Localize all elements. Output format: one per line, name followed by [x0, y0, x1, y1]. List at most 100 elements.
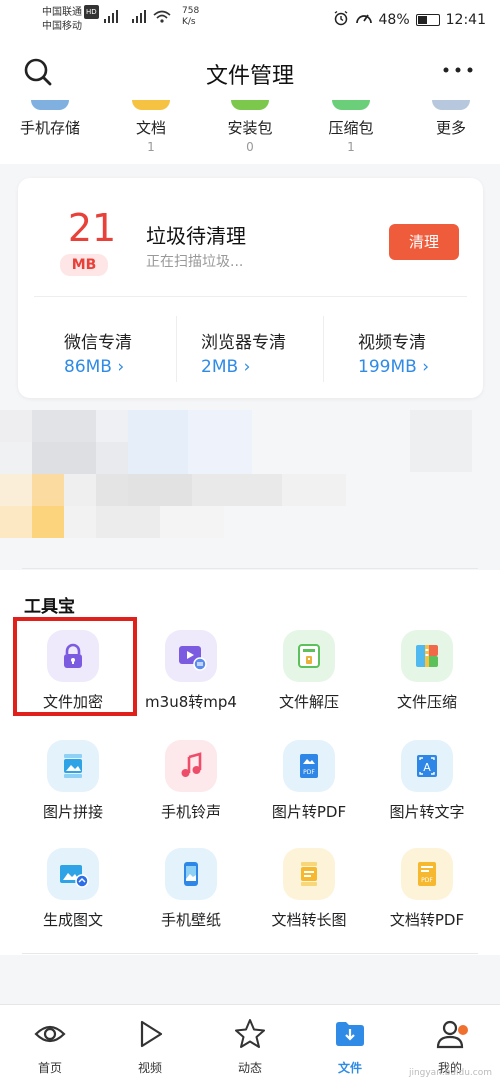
folder-download-icon: [336, 1022, 364, 1046]
clean-item-value: 86MB: [64, 357, 112, 377]
tool-label: 手机铃声: [160, 803, 221, 821]
doc-to-pdf-icon: PDF: [401, 848, 453, 900]
watermark: jingyan.baidu.com: [408, 1068, 492, 1078]
tool-doc-to-pdf[interactable]: PDF 文档转PDF: [368, 848, 486, 930]
category-row: 手机存储 文档 1 安装包 0 压缩包 1 更多: [0, 100, 500, 164]
tool-image-to-text[interactable]: A 图片转文字: [368, 740, 486, 822]
wechat-clean-item[interactable]: 微信专清 86MB ›: [64, 328, 214, 377]
nav-label: 文件: [337, 1061, 362, 1075]
wallpaper-icon: [165, 848, 217, 900]
tool-label: 图片转文字: [389, 803, 465, 821]
category-count: 1: [347, 140, 355, 154]
page-title: 文件管理: [205, 64, 294, 89]
svg-text:PDF: PDF: [303, 769, 315, 776]
bottom-nav: 首页 视频 动态 文件 我的 jingyan.baidu.com: [0, 1004, 500, 1084]
category-archives[interactable]: 压缩包 1: [306, 100, 396, 154]
tool-ringtone[interactable]: 手机铃声: [132, 740, 250, 822]
tool-doc-to-long-image[interactable]: 文档转长图: [250, 848, 368, 930]
nav-files[interactable]: 文件: [310, 1017, 390, 1076]
pixelated-area: [0, 410, 500, 538]
toolbox-title: 工具宝: [24, 597, 75, 617]
clean-item-label: 浏览器专清: [201, 333, 286, 353]
app-header: 文件管理: [0, 40, 500, 104]
ringtone-icon: [165, 740, 217, 792]
doc-to-long-image-icon: [283, 848, 335, 900]
carrier1: 中国联通: [42, 7, 82, 18]
clean-button[interactable]: 清理: [389, 224, 459, 260]
tool-unzip[interactable]: 文件解压: [250, 630, 368, 712]
nav-video[interactable]: 视频: [110, 1017, 190, 1076]
clean-item-label: 微信专清: [64, 333, 132, 353]
tool-label: 文件解压: [278, 693, 339, 711]
junk-size-value: 21: [67, 206, 117, 250]
tool-label: 图片转PDF: [271, 803, 347, 821]
storage-icon: [31, 100, 69, 110]
category-count: 0: [246, 140, 254, 154]
notification-dot: [458, 1025, 468, 1035]
tool-wallpaper[interactable]: 手机壁纸: [132, 848, 250, 930]
tool-image-to-pdf[interactable]: PDF 图片转PDF: [250, 740, 368, 822]
document-icon: [132, 100, 170, 110]
toolbox-section: 工具宝 文件加密 m3u8转mp4 文件解压 文件压缩 图片拼接 手机铃声 PD…: [0, 570, 500, 955]
junk-size-unit: MB: [60, 254, 108, 276]
image-to-pdf-icon: PDF: [283, 740, 335, 792]
tool-label: 文档转长图: [271, 911, 347, 929]
category-label: 更多: [435, 119, 466, 137]
category-label: 压缩包: [328, 119, 374, 137]
package-icon: [231, 100, 269, 110]
status-right: 48% 12:41: [333, 10, 486, 30]
alarm-icon: [333, 10, 349, 30]
nav-label: 视频: [137, 1061, 162, 1075]
eye-icon: [34, 1025, 66, 1043]
category-more[interactable]: 更多: [406, 100, 496, 140]
status-bar: 中国联通 HD 中国移动 758 K/s 48% 12:41: [0, 0, 500, 40]
video-clean-item[interactable]: 视频专清 199MB ›: [358, 328, 500, 377]
svg-text:A: A: [423, 761, 431, 774]
category-documents[interactable]: 文档 1: [106, 100, 196, 154]
play-icon: [140, 1020, 163, 1048]
scan-status: 正在扫描垃圾...: [146, 254, 244, 270]
clean-item-label: 视频专清: [358, 333, 426, 353]
clean-item-value: 199MB: [358, 357, 417, 377]
nav-feed[interactable]: 动态: [210, 1017, 290, 1076]
video-convert-icon: [165, 630, 217, 682]
tool-generate-image-text[interactable]: 生成图文: [14, 848, 132, 930]
chevron-right-icon: ›: [422, 357, 429, 377]
category-packages[interactable]: 安装包 0: [205, 100, 295, 154]
unzip-icon: [283, 630, 335, 682]
hd-badge: HD: [84, 5, 99, 19]
tool-label: 图片拼接: [42, 803, 103, 821]
tool-label: 生成图文: [42, 911, 103, 929]
category-phone-storage[interactable]: 手机存储: [5, 100, 95, 140]
more-options-button[interactable]: [440, 56, 476, 84]
image-to-text-icon: A: [401, 740, 453, 792]
tool-label: 手机壁纸: [160, 911, 221, 929]
divider: [176, 316, 177, 382]
more-icon: [432, 100, 470, 110]
generate-image-text-icon: [47, 848, 99, 900]
clean-item-value: 2MB: [201, 357, 239, 377]
svg-text:PDF: PDF: [421, 877, 433, 884]
tool-label: 文件压缩: [396, 693, 457, 711]
battery-icon: [415, 14, 440, 26]
star-icon: [235, 1019, 265, 1048]
chevron-right-icon: ›: [243, 357, 251, 377]
browser-clean-item[interactable]: 浏览器专清 2MB ›: [201, 328, 351, 377]
divider: [22, 568, 478, 569]
tool-label: m3u8转mp4: [145, 693, 237, 711]
category-label: 手机存储: [19, 119, 80, 137]
cleanup-card: 21 MB 垃圾待清理 正在扫描垃圾... 清理 微信专清 86MB › 浏览器…: [18, 178, 483, 398]
tool-m3u8-to-mp4[interactable]: m3u8转mp4: [132, 630, 250, 712]
nav-home[interactable]: 首页: [10, 1017, 90, 1076]
category-count: 1: [147, 140, 155, 154]
speedometer-icon: [355, 10, 373, 30]
nav-label: 首页: [37, 1061, 62, 1075]
tool-label: 文档转PDF: [389, 911, 465, 929]
more-dots-icon: [443, 67, 473, 73]
category-label: 文档: [135, 119, 166, 137]
clock: 12:41: [445, 12, 486, 28]
junk-title: 垃圾待清理: [146, 224, 246, 248]
battery-percent: 48%: [378, 12, 410, 28]
tool-compress[interactable]: 文件压缩: [368, 630, 486, 712]
tool-image-stitch[interactable]: 图片拼接: [14, 740, 132, 822]
